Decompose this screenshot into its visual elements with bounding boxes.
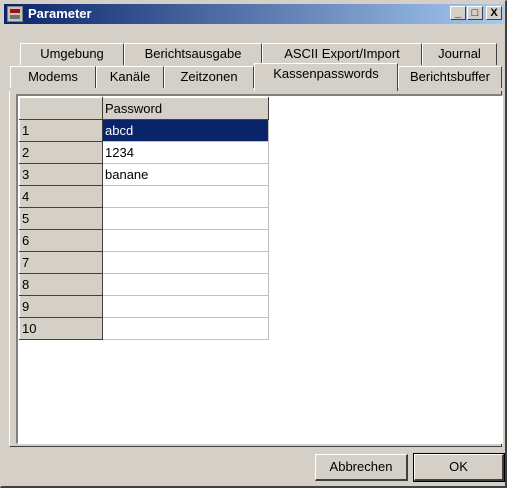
password-cell[interactable] bbox=[102, 295, 269, 318]
table-row: 6 bbox=[19, 229, 269, 252]
password-cell[interactable]: 1234 bbox=[102, 141, 269, 164]
row-header[interactable]: 1 bbox=[19, 119, 103, 142]
tab-strip: Umgebung Berichtsausgabe ASCII Export/Im… bbox=[0, 0, 507, 100]
grid-corner-cell bbox=[19, 97, 103, 120]
tab-kassenpasswords[interactable]: Kassenpasswords bbox=[254, 63, 398, 91]
tab-kanaele[interactable]: Kanäle bbox=[96, 66, 164, 88]
row-header[interactable]: 8 bbox=[19, 273, 103, 296]
password-table: Password 1 abcd 2 1234 3 banane 4 5 6 7 8 9… bbox=[19, 97, 269, 340]
row-header[interactable]: 9 bbox=[19, 295, 103, 318]
password-cell[interactable] bbox=[102, 207, 269, 230]
table-row: 1 abcd bbox=[19, 119, 269, 142]
row-header[interactable]: 3 bbox=[19, 163, 103, 186]
password-cell[interactable]: abcd bbox=[102, 119, 269, 142]
table-row: 9 bbox=[19, 295, 269, 318]
row-header[interactable]: 4 bbox=[19, 185, 103, 208]
password-grid[interactable]: Password 1 abcd 2 1234 3 banane 4 5 6 7 8 9… bbox=[16, 94, 503, 444]
row-header[interactable]: 10 bbox=[19, 317, 103, 340]
row-header[interactable]: 6 bbox=[19, 229, 103, 252]
table-row: 4 bbox=[19, 185, 269, 208]
table-row: 7 bbox=[19, 251, 269, 274]
tab-umgebung[interactable]: Umgebung bbox=[20, 43, 124, 65]
row-header[interactable]: 7 bbox=[19, 251, 103, 274]
row-header[interactable]: 2 bbox=[19, 141, 103, 164]
password-cell[interactable] bbox=[102, 273, 269, 296]
table-row: 8 bbox=[19, 273, 269, 296]
table-row: 10 bbox=[19, 317, 269, 340]
table-row: 5 bbox=[19, 207, 269, 230]
tab-berichtsausgabe[interactable]: Berichtsausgabe bbox=[124, 43, 262, 65]
cancel-button[interactable]: Abbrechen bbox=[315, 454, 408, 481]
password-cell[interactable] bbox=[102, 185, 269, 208]
password-column-header[interactable]: Password bbox=[102, 97, 269, 120]
password-cell[interactable] bbox=[102, 317, 269, 340]
password-cell[interactable] bbox=[102, 229, 269, 252]
table-row: 3 banane bbox=[19, 163, 269, 186]
tab-journal[interactable]: Journal bbox=[422, 43, 497, 65]
password-cell[interactable]: banane bbox=[102, 163, 269, 186]
tab-berichtsbuffer[interactable]: Berichtsbuffer bbox=[398, 66, 502, 88]
table-row: 2 1234 bbox=[19, 141, 269, 164]
tab-modems[interactable]: Modems bbox=[10, 66, 96, 88]
row-header[interactable]: 5 bbox=[19, 207, 103, 230]
tab-ascii-export-import[interactable]: ASCII Export/Import bbox=[262, 43, 422, 65]
password-cell[interactable] bbox=[102, 251, 269, 274]
ok-button[interactable]: OK bbox=[413, 453, 505, 482]
tab-zeitzonen[interactable]: Zeitzonen bbox=[164, 66, 254, 88]
